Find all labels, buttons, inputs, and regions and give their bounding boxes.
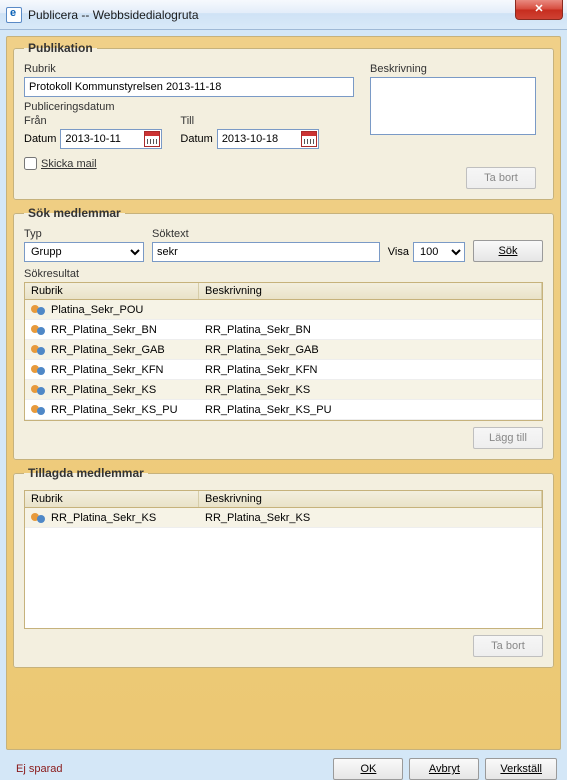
cell-rubrik: RR_Platina_Sekr_KS <box>25 383 199 397</box>
group-icon <box>31 343 47 357</box>
panel-sok-legend: Sök medlemmar <box>24 206 125 220</box>
sok-button[interactable]: Sök <box>473 240 543 262</box>
table-row[interactable]: RR_Platina_Sekr_GABRR_Platina_Sekr_GAB <box>25 340 542 360</box>
grid-header: Rubrik Beskrivning <box>25 283 542 300</box>
visa-select[interactable]: 100 <box>413 242 465 262</box>
visa-label: Visa <box>388 246 409 258</box>
cell-beskrivning: RR_Platina_Sekr_KFN <box>199 364 542 376</box>
to-date-field[interactable] <box>217 129 319 149</box>
group-icon <box>31 363 47 377</box>
grid-header: Rubrik Beskrivning <box>25 491 542 508</box>
group-icon <box>31 403 47 417</box>
group-icon <box>31 511 47 525</box>
beskrivning-textarea[interactable] <box>370 77 536 135</box>
dialog-body: Publikation Rubrik Publiceringsdatum Frå… <box>6 36 561 750</box>
table-row[interactable]: RR_Platina_Sekr_BNRR_Platina_Sekr_BN <box>25 320 542 340</box>
panel-sok-medlemmar: Sök medlemmar Typ Grupp Söktext Visa 100… <box>13 206 554 460</box>
sokresultat-grid: Rubrik Beskrivning Platina_Sekr_POURR_Pl… <box>24 282 543 421</box>
calendar-icon[interactable] <box>301 131 317 147</box>
skicka-mail-label[interactable]: Skicka mail <box>41 158 97 170</box>
cell-rubrik: Platina_Sekr_POU <box>25 303 199 317</box>
calendar-icon[interactable] <box>144 131 160 147</box>
group-icon <box>31 323 47 337</box>
rubrik-label: Rubrik <box>24 63 356 75</box>
window-title: Publicera -- Webbsidedialogruta <box>28 8 199 22</box>
col-rubrik-header[interactable]: Rubrik <box>25 491 199 507</box>
fran-label: Från <box>24 115 162 127</box>
rubrik-input[interactable] <box>24 77 354 97</box>
verkstall-button[interactable]: Verkställ <box>485 758 557 780</box>
cell-rubrik: RR_Platina_Sekr_KS_PU <box>25 403 199 417</box>
ok-button[interactable]: OK <box>333 758 403 780</box>
cell-beskrivning: RR_Platina_Sekr_KS <box>199 384 542 396</box>
dialog-footer: Ej sparad OK Avbryt Verkställ <box>0 752 567 780</box>
panel-publikation: Publikation Rubrik Publiceringsdatum Frå… <box>13 41 554 200</box>
cell-beskrivning: RR_Platina_Sekr_KS_PU <box>199 404 542 416</box>
status-text: Ej sparad <box>16 763 62 775</box>
cell-rubrik: RR_Platina_Sekr_KFN <box>25 363 199 377</box>
panel-tillagda-legend: Tillagda medlemmar <box>24 466 148 480</box>
soktext-input[interactable] <box>152 242 380 262</box>
datum-label-from: Datum <box>24 133 56 145</box>
tillagda-body[interactable]: RR_Platina_Sekr_KSRR_Platina_Sekr_KS <box>25 508 542 628</box>
table-row[interactable]: RR_Platina_Sekr_KSRR_Platina_Sekr_KS <box>25 380 542 400</box>
panel-tillagda-medlemmar: Tillagda medlemmar Rubrik Beskrivning RR… <box>13 466 554 668</box>
col-beskrivning-header[interactable]: Beskrivning <box>199 283 542 299</box>
ie-icon <box>6 7 22 23</box>
cell-beskrivning: RR_Platina_Sekr_GAB <box>199 344 542 356</box>
typ-label: Typ <box>24 228 144 240</box>
soktext-label: Söktext <box>152 228 380 240</box>
close-button[interactable]: ✕ <box>515 0 563 20</box>
to-date-input[interactable] <box>218 130 300 148</box>
ta-bort-button: Ta bort <box>466 167 536 189</box>
table-row[interactable]: Platina_Sekr_POU <box>25 300 542 320</box>
from-date-field[interactable] <box>60 129 162 149</box>
sokresultat-label: Sökresultat <box>24 268 543 280</box>
panel-publikation-legend: Publikation <box>24 41 97 55</box>
beskrivning-label: Beskrivning <box>370 63 536 75</box>
window-titlebar: Publicera -- Webbsidedialogruta ✕ <box>0 0 567 30</box>
cell-beskrivning: RR_Platina_Sekr_BN <box>199 324 542 336</box>
skicka-mail-checkbox[interactable] <box>24 157 37 170</box>
group-icon <box>31 383 47 397</box>
tillagda-grid: Rubrik Beskrivning RR_Platina_Sekr_KSRR_… <box>24 490 543 629</box>
cell-beskrivning: RR_Platina_Sekr_KS <box>199 512 542 524</box>
cell-rubrik: RR_Platina_Sekr_GAB <box>25 343 199 357</box>
till-label: Till <box>180 115 318 127</box>
from-date-input[interactable] <box>61 130 143 148</box>
col-rubrik-header[interactable]: Rubrik <box>25 283 199 299</box>
col-beskrivning-header[interactable]: Beskrivning <box>199 491 542 507</box>
table-row[interactable]: RR_Platina_Sekr_KFNRR_Platina_Sekr_KFN <box>25 360 542 380</box>
table-row[interactable]: RR_Platina_Sekr_KSRR_Platina_Sekr_KS <box>25 508 542 528</box>
typ-select[interactable]: Grupp <box>24 242 144 262</box>
avbryt-button[interactable]: Avbryt <box>409 758 479 780</box>
publiceringsdatum-label: Publiceringsdatum <box>24 101 356 113</box>
group-icon <box>31 303 47 317</box>
datum-label-to: Datum <box>180 133 212 145</box>
ta-bort-medlem-button: Ta bort <box>473 635 543 657</box>
table-row[interactable]: RR_Platina_Sekr_KS_PURR_Platina_Sekr_KS_… <box>25 400 542 420</box>
lagg-till-button: Lägg till <box>473 427 543 449</box>
cell-rubrik: RR_Platina_Sekr_KS <box>25 511 199 525</box>
sokresultat-body[interactable]: Platina_Sekr_POURR_Platina_Sekr_BNRR_Pla… <box>25 300 542 420</box>
cell-rubrik: RR_Platina_Sekr_BN <box>25 323 199 337</box>
